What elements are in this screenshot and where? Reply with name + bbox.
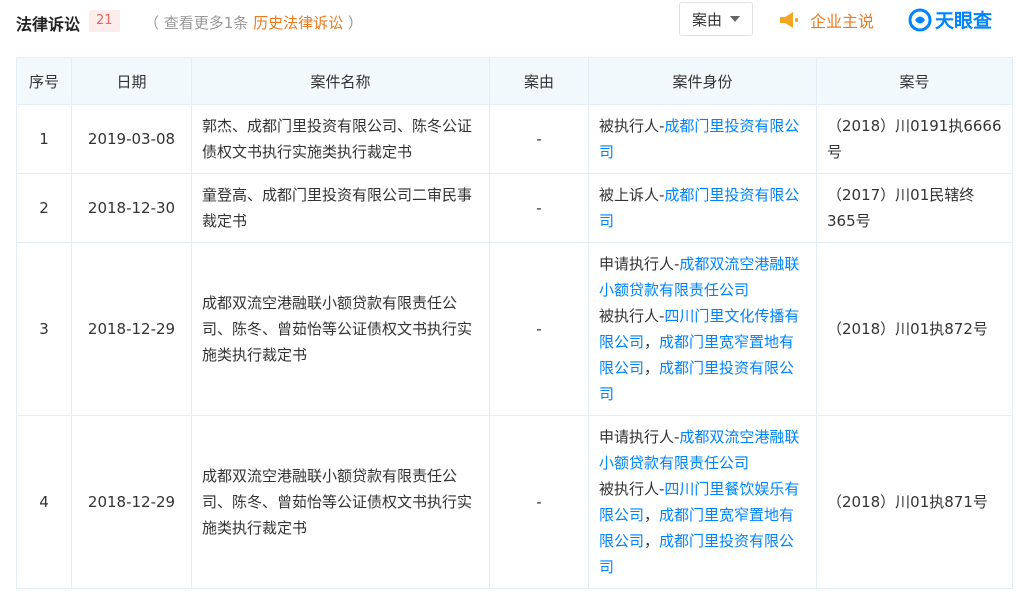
history-prefix: （ 查看更多1条	[144, 14, 249, 32]
row-index: 1	[16, 104, 72, 174]
tianyancha-logo-icon	[908, 8, 932, 31]
row-date: 2018-12-29	[71, 242, 192, 416]
party-separator: ，	[644, 333, 660, 351]
role-label: 被执行人-	[599, 307, 665, 325]
table-row: 2 2018-12-30 童登高、成都门里投资有限公司二审民事裁定书 - 被上诉人-成都…	[16, 173, 1013, 243]
party-separator: ，	[644, 506, 660, 524]
filter-label: 案由	[691, 10, 722, 29]
table-row: 3 2018-12-29 成都双流空港融联小额贷款有限责任公司、陈冬、曾茹怡等公证债…	[16, 242, 1013, 416]
section-header: 法律诉讼 21 （ 查看更多1条 历史法律诉讼 ） 案由 企业主说 天眼查	[0, 0, 1021, 48]
tianyancha-logo: 天眼查	[908, 6, 992, 33]
role-line: 被上诉人-成都门里投资有限公司	[599, 182, 806, 234]
case-number: （2018）川01执872号	[816, 242, 1013, 416]
case-number: （2017）川01民辖终365号	[816, 173, 1013, 243]
case-role: 被上诉人-成都门里投资有限公司	[588, 173, 817, 243]
column-header-case-name: 案件名称	[191, 57, 490, 105]
role-line: 被执行人-四川门里餐饮娱乐有限公司，成都门里宽窄置地有限公司，成都门里投资有限公…	[599, 476, 806, 580]
column-header-case-number: 案号	[816, 57, 1013, 105]
section-title: 法律诉讼	[16, 15, 81, 34]
row-index: 2	[16, 173, 72, 243]
row-reason: -	[489, 242, 589, 416]
history-suffix: ）	[347, 14, 363, 32]
case-name-link[interactable]: 童登高、成都门里投资有限公司二审民事裁定书	[191, 173, 490, 243]
role-label: 申请执行人-	[599, 255, 680, 273]
role-line: 被执行人-四川门里文化传播有限公司，成都门里宽窄置地有限公司，成都门里投资有限公…	[599, 303, 806, 407]
case-number: （2018）川0191执6666号	[816, 104, 1013, 174]
case-name-link[interactable]: 郭杰、成都门里投资有限公司、陈冬公证债权文书执行实施类执行裁定书	[191, 104, 490, 174]
column-header-reason: 案由	[489, 57, 589, 105]
table-row: 1 2019-03-08 郭杰、成都门里投资有限公司、陈冬公证债权文书执行实施类执行…	[16, 104, 1013, 174]
case-name-link[interactable]: 成都双流空港融联小额贷款有限责任公司、陈冬、曾茹怡等公证债权文书执行实施类执行裁…	[191, 415, 490, 589]
party-separator: ，	[644, 532, 660, 550]
role-line: 申请执行人-成都双流空港融联小额贷款有限责任公司	[599, 251, 806, 303]
row-date: 2018-12-29	[71, 415, 192, 589]
column-header-date: 日期	[71, 57, 192, 105]
role-label: 被执行人-	[599, 480, 665, 498]
company-speak-button[interactable]: 企业主说	[778, 8, 874, 32]
row-reason: -	[489, 415, 589, 589]
case-number: （2018）川01执871号	[816, 415, 1013, 589]
row-reason: -	[489, 173, 589, 243]
case-role: 申请执行人-成都双流空港融联小额贷款有限责任公司 被执行人-四川门里文化传播有限公…	[588, 242, 817, 416]
lawsuit-table: 序号 日期 案件名称 案由 案件身份 案号 1 2019-03-08 郭杰、成都门里…	[16, 57, 1013, 589]
case-role: 申请执行人-成都双流空港融联小额贷款有限责任公司 被执行人-四川门里餐饮娱乐有限公…	[588, 415, 817, 589]
company-speak-label: 企业主说	[810, 12, 875, 31]
case-reason-filter[interactable]: 案由	[679, 2, 753, 36]
megaphone-icon	[780, 12, 798, 28]
role-label: 被上诉人-	[599, 186, 665, 204]
count-badge: 21	[89, 10, 120, 32]
role-label: 申请执行人-	[599, 428, 680, 446]
table-header-row: 序号 日期 案件名称 案由 案件身份 案号	[16, 57, 1013, 105]
row-reason: -	[489, 104, 589, 174]
logo-text: 天眼查	[935, 10, 993, 32]
case-name-link[interactable]: 成都双流空港融联小额贷款有限责任公司、陈冬、曾茹怡等公证债权文书执行实施类执行裁…	[191, 242, 490, 416]
row-date: 2019-03-08	[71, 104, 192, 174]
chevron-down-icon	[730, 16, 740, 22]
history-note: （ 查看更多1条 历史法律诉讼 ）	[144, 12, 363, 33]
role-line: 申请执行人-成都双流空港融联小额贷款有限责任公司	[599, 424, 806, 476]
table-row: 4 2018-12-29 成都双流空港融联小额贷款有限责任公司、陈冬、曾茹怡等公证债…	[16, 415, 1013, 589]
column-header-role: 案件身份	[588, 57, 817, 105]
row-date: 2018-12-30	[71, 173, 192, 243]
column-header-index: 序号	[16, 57, 72, 105]
case-role: 被执行人-成都门里投资有限公司	[588, 104, 817, 174]
role-label: 被执行人-	[599, 117, 665, 135]
row-index: 3	[16, 242, 72, 416]
role-line: 被执行人-成都门里投资有限公司	[599, 113, 806, 165]
history-lawsuits-link[interactable]: 历史法律诉讼	[253, 14, 343, 32]
row-index: 4	[16, 415, 72, 589]
party-separator: ，	[644, 359, 660, 377]
